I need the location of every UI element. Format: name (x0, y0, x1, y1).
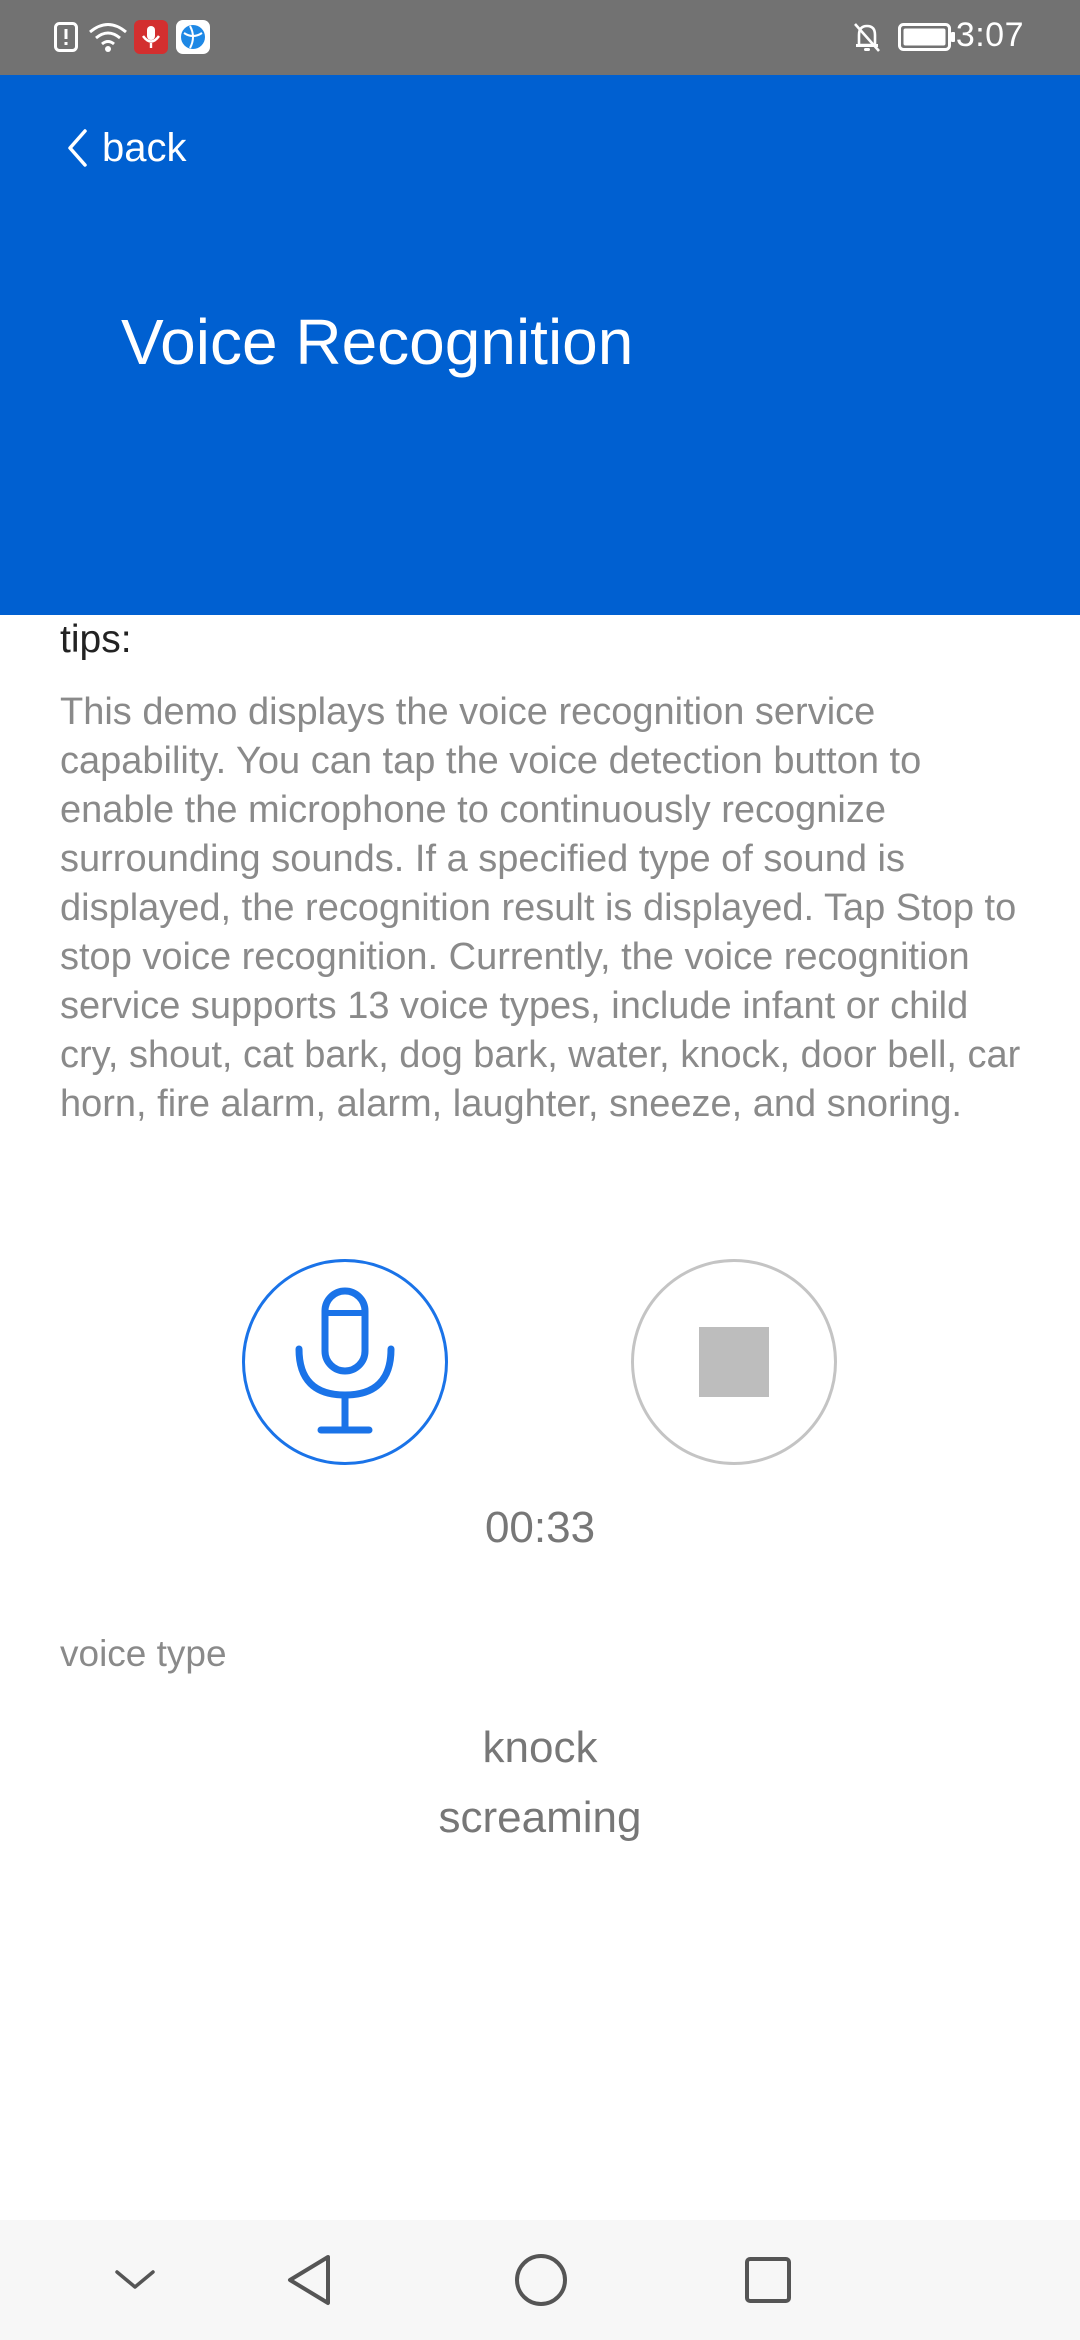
chevron-down-icon[interactable] (105, 2250, 165, 2310)
voice-type-result: screaming (438, 1793, 642, 1842)
status-time: 3:07 (955, 16, 1024, 54)
voice-detection-button[interactable] (242, 1259, 448, 1465)
status-bar: 3:07 (0, 0, 1080, 75)
back-label: back (102, 125, 187, 170)
voice-type-label: voice type (60, 1633, 227, 1674)
recording-timer: 00:33 (484, 1503, 596, 1552)
back-triangle-icon[interactable] (279, 2250, 339, 2310)
home-circle-icon[interactable] (511, 2250, 571, 2310)
system-nav-bar (0, 2220, 1080, 2340)
stop-icon (699, 1327, 769, 1397)
browser-app-icon (176, 18, 210, 56)
app-header: back Voice Recognition (0, 75, 1080, 615)
alert-icon (54, 18, 78, 56)
tips-text: This demo displays the voice recognition… (60, 691, 1021, 1125)
page-title: Voice Recognition (121, 306, 634, 378)
mic-active-icon (134, 18, 168, 56)
tips-label: tips: (60, 618, 132, 661)
silent-bell-icon (852, 18, 882, 56)
microphone-icon (293, 1287, 397, 1437)
chevron-left-icon (66, 128, 88, 168)
stop-button[interactable] (631, 1259, 837, 1465)
voice-type-results: knock screaming (0, 1713, 1080, 1853)
battery-icon (898, 18, 956, 56)
back-button[interactable]: back (66, 123, 187, 173)
recents-square-icon[interactable] (738, 2250, 798, 2310)
wifi-icon (88, 18, 128, 56)
voice-type-result: knock (482, 1723, 598, 1772)
